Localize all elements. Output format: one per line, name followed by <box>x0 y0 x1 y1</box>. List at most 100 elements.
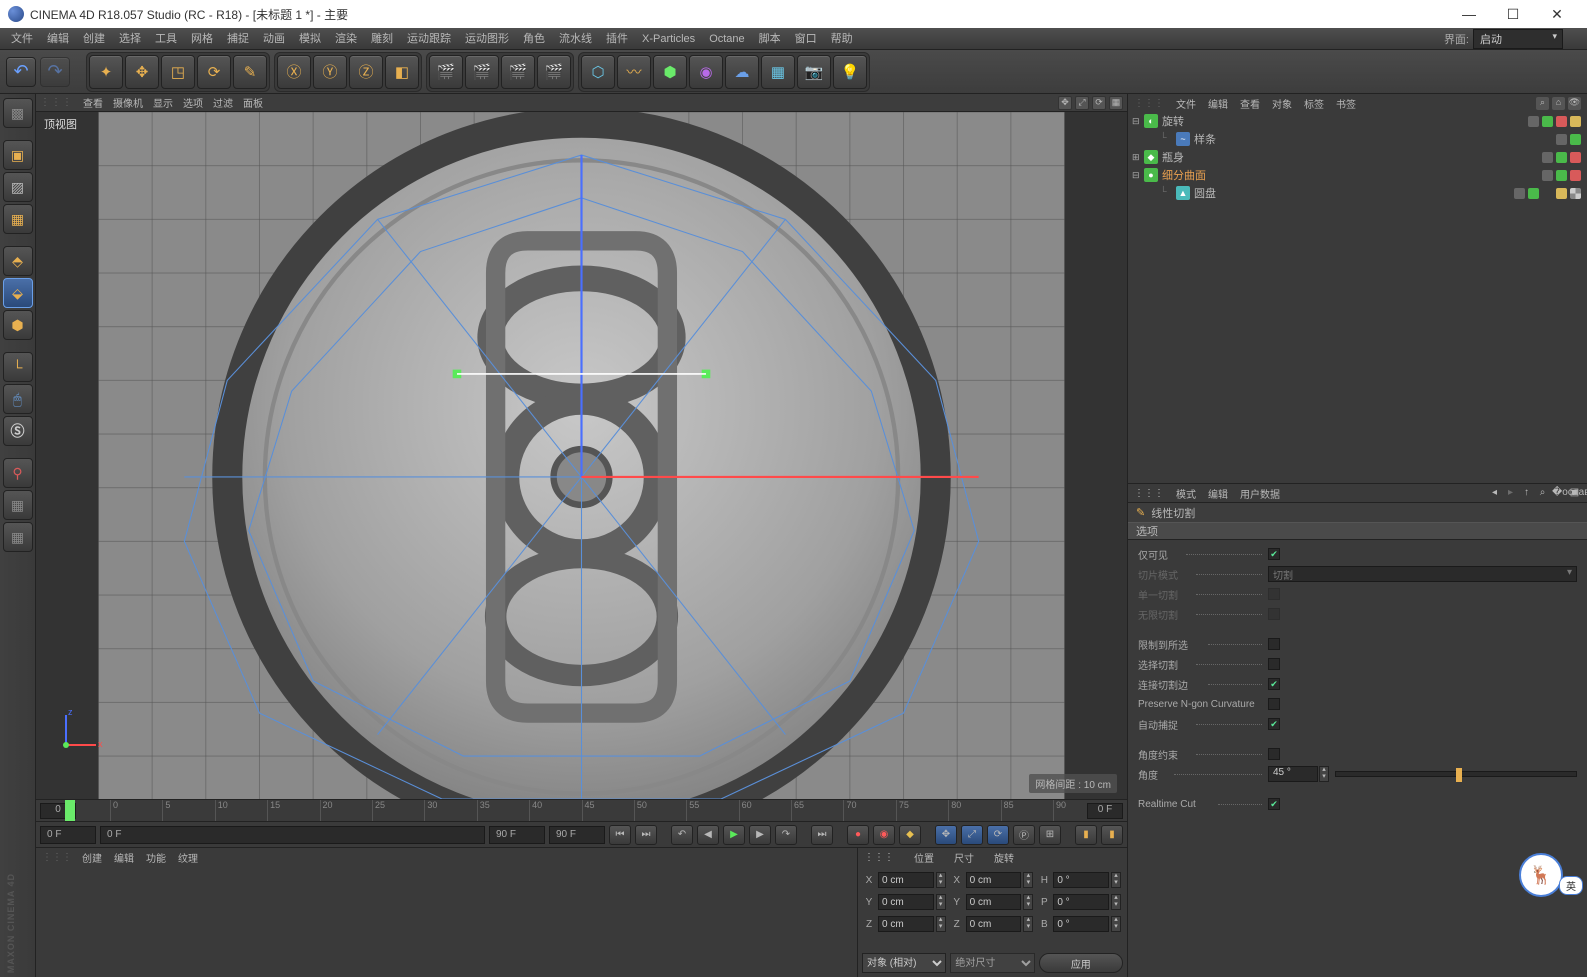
checkbox[interactable]: ✔ <box>1268 548 1280 560</box>
coord-mode-dropdown[interactable]: 对象 (相对) <box>862 953 946 973</box>
maximize-button[interactable]: ☐ <box>1491 0 1535 28</box>
viewport-solo[interactable]: Ⓢ <box>3 416 33 446</box>
menu-捕捉[interactable]: 捕捉 <box>220 29 256 49</box>
menu-工具[interactable]: 工具 <box>148 29 184 49</box>
material-tab-创建[interactable]: 创建 <box>82 854 102 865</box>
ime-language[interactable]: 英 <box>1559 876 1583 895</box>
current-frame[interactable]: 90 F <box>549 826 605 844</box>
move-tool[interactable]: ✥ <box>125 55 159 89</box>
add-primitive[interactable]: ⬡ <box>581 55 615 89</box>
menu-角色[interactable]: 角色 <box>516 29 552 49</box>
menu-文件[interactable]: 文件 <box>4 29 40 49</box>
last-tool[interactable]: ✎ <box>233 55 267 89</box>
next-key-button[interactable]: ↷ <box>775 825 797 845</box>
tag-icon[interactable] <box>1556 116 1567 127</box>
checkbox[interactable] <box>1268 638 1280 650</box>
render-region[interactable]: 🎬 <box>465 55 499 89</box>
goto-start-button[interactable]: ⏮ <box>609 825 631 845</box>
coord-field[interactable] <box>878 872 934 888</box>
menu-动画[interactable]: 动画 <box>256 29 292 49</box>
obj-eye-icon[interactable]: 👁 <box>1568 97 1581 110</box>
make-editable[interactable]: ▩ <box>3 98 33 128</box>
coord-field[interactable] <box>966 872 1022 888</box>
attr-fwd-icon[interactable]: ▸ <box>1504 487 1517 500</box>
key-options2-button[interactable]: ▮ <box>1101 825 1123 845</box>
checkbox[interactable] <box>1268 698 1280 710</box>
menu-流水线[interactable]: 流水线 <box>552 29 599 49</box>
checkbox[interactable]: ✔ <box>1268 798 1280 810</box>
y-axis-lock[interactable]: Ⓨ <box>313 55 347 89</box>
menu-雕刻[interactable]: 雕刻 <box>364 29 400 49</box>
object-row[interactable]: └▲圆盘 <box>1128 184 1587 202</box>
coord-field[interactable] <box>966 916 1022 932</box>
drag-handle-icon[interactable]: ⋮⋮⋮ <box>40 97 73 108</box>
range-end[interactable]: 90 F <box>489 826 545 844</box>
playhead[interactable] <box>65 800 75 821</box>
range-slider[interactable]: 0 F <box>100 826 485 844</box>
tag-icon[interactable] <box>1556 134 1567 145</box>
object-row[interactable]: ⊟●细分曲面 <box>1128 166 1587 184</box>
coord-field[interactable] <box>878 916 934 932</box>
attr-tab-编辑[interactable]: 编辑 <box>1208 490 1228 501</box>
obj-tab-查看[interactable]: 查看 <box>1240 100 1260 111</box>
tag-icon[interactable] <box>1570 134 1581 145</box>
coord-field[interactable] <box>1053 894 1109 910</box>
coord-field[interactable] <box>1053 872 1109 888</box>
tag-icon[interactable] <box>1542 116 1553 127</box>
menu-网格[interactable]: 网格 <box>184 29 220 49</box>
menu-窗口[interactable]: 窗口 <box>788 29 824 49</box>
attr-up-icon[interactable]: ↑ <box>1520 487 1533 500</box>
tag-icon[interactable] <box>1556 170 1567 181</box>
render-view[interactable]: 🎬 <box>429 55 463 89</box>
close-button[interactable]: ✕ <box>1535 0 1579 28</box>
checkbox[interactable]: ✔ <box>1268 718 1280 730</box>
axis-mode[interactable]: └ <box>3 352 33 382</box>
keyframe-sel-button[interactable]: ◆ <box>899 825 921 845</box>
object-tree[interactable]: ⊟◐旋转└~样条⊞◆瓶身⊟●细分曲面└▲圆盘 <box>1128 112 1587 483</box>
play-button[interactable]: ▶ <box>723 825 745 845</box>
obj-search-icon[interactable]: ⌕ <box>1536 97 1549 110</box>
edge-mode[interactable]: ⬙ <box>3 278 33 308</box>
coord-size-dropdown[interactable]: 绝对尺寸 <box>950 953 1034 973</box>
menu-脚本[interactable]: 脚本 <box>752 29 788 49</box>
tag-icon[interactable] <box>1556 188 1567 199</box>
select-tool[interactable]: ✦ <box>89 55 123 89</box>
menu-帮助[interactable]: 帮助 <box>824 29 860 49</box>
minimize-button[interactable]: — <box>1447 0 1491 28</box>
menu-渲染[interactable]: 渲染 <box>328 29 364 49</box>
viewport[interactable]: 顶视图 <box>36 112 1127 799</box>
record-button[interactable]: ● <box>847 825 869 845</box>
key-options-button[interactable]: ▮ <box>1075 825 1097 845</box>
attr-new-icon[interactable]: ▣ <box>1568 487 1581 500</box>
rotate-tool[interactable]: ⟳ <box>197 55 231 89</box>
add-spline[interactable]: 〰 <box>617 55 651 89</box>
obj-tab-文件[interactable]: 文件 <box>1176 100 1196 111</box>
add-environment[interactable]: ☁ <box>725 55 759 89</box>
tag-icon[interactable] <box>1542 170 1553 181</box>
menu-运动跟踪[interactable]: 运动跟踪 <box>400 29 458 49</box>
vp-menu-摄像机[interactable]: 摄像机 <box>113 99 143 110</box>
prev-frame-button[interactable]: ◀ <box>697 825 719 845</box>
menu-选择[interactable]: 选择 <box>112 29 148 49</box>
tag-icon[interactable] <box>1570 188 1581 199</box>
material-tab-纹理[interactable]: 纹理 <box>178 854 198 865</box>
goto-next-button[interactable]: ⏭ <box>811 825 833 845</box>
ime-badge-icon[interactable]: 🦌 <box>1519 853 1563 897</box>
add-light2[interactable]: 💡 <box>833 55 867 89</box>
object-row[interactable]: ⊞◆瓶身 <box>1128 148 1587 166</box>
snap-toggle[interactable]: ⚲ <box>3 458 33 488</box>
render-pv[interactable]: 🎬 <box>501 55 535 89</box>
timeline-ruler[interactable]: 051015202530354045505560657075808590 <box>110 800 1053 821</box>
range-start[interactable]: 0 F <box>40 826 96 844</box>
next-frame-button[interactable]: ▶ <box>749 825 771 845</box>
coord-field[interactable] <box>1053 916 1109 932</box>
tag-icon[interactable] <box>1528 116 1539 127</box>
apply-button[interactable]: 应用 <box>1039 953 1123 973</box>
menu-创建[interactable]: 创建 <box>76 29 112 49</box>
vp-nav-rotate-icon[interactable]: ⟳ <box>1092 96 1106 110</box>
menu-Octane[interactable]: Octane <box>702 29 751 49</box>
tag-icon[interactable] <box>1514 188 1525 199</box>
tag-icon[interactable] <box>1570 152 1581 163</box>
angle-field[interactable]: 45 ° <box>1268 766 1318 782</box>
vp-menu-选项[interactable]: 选项 <box>183 99 203 110</box>
